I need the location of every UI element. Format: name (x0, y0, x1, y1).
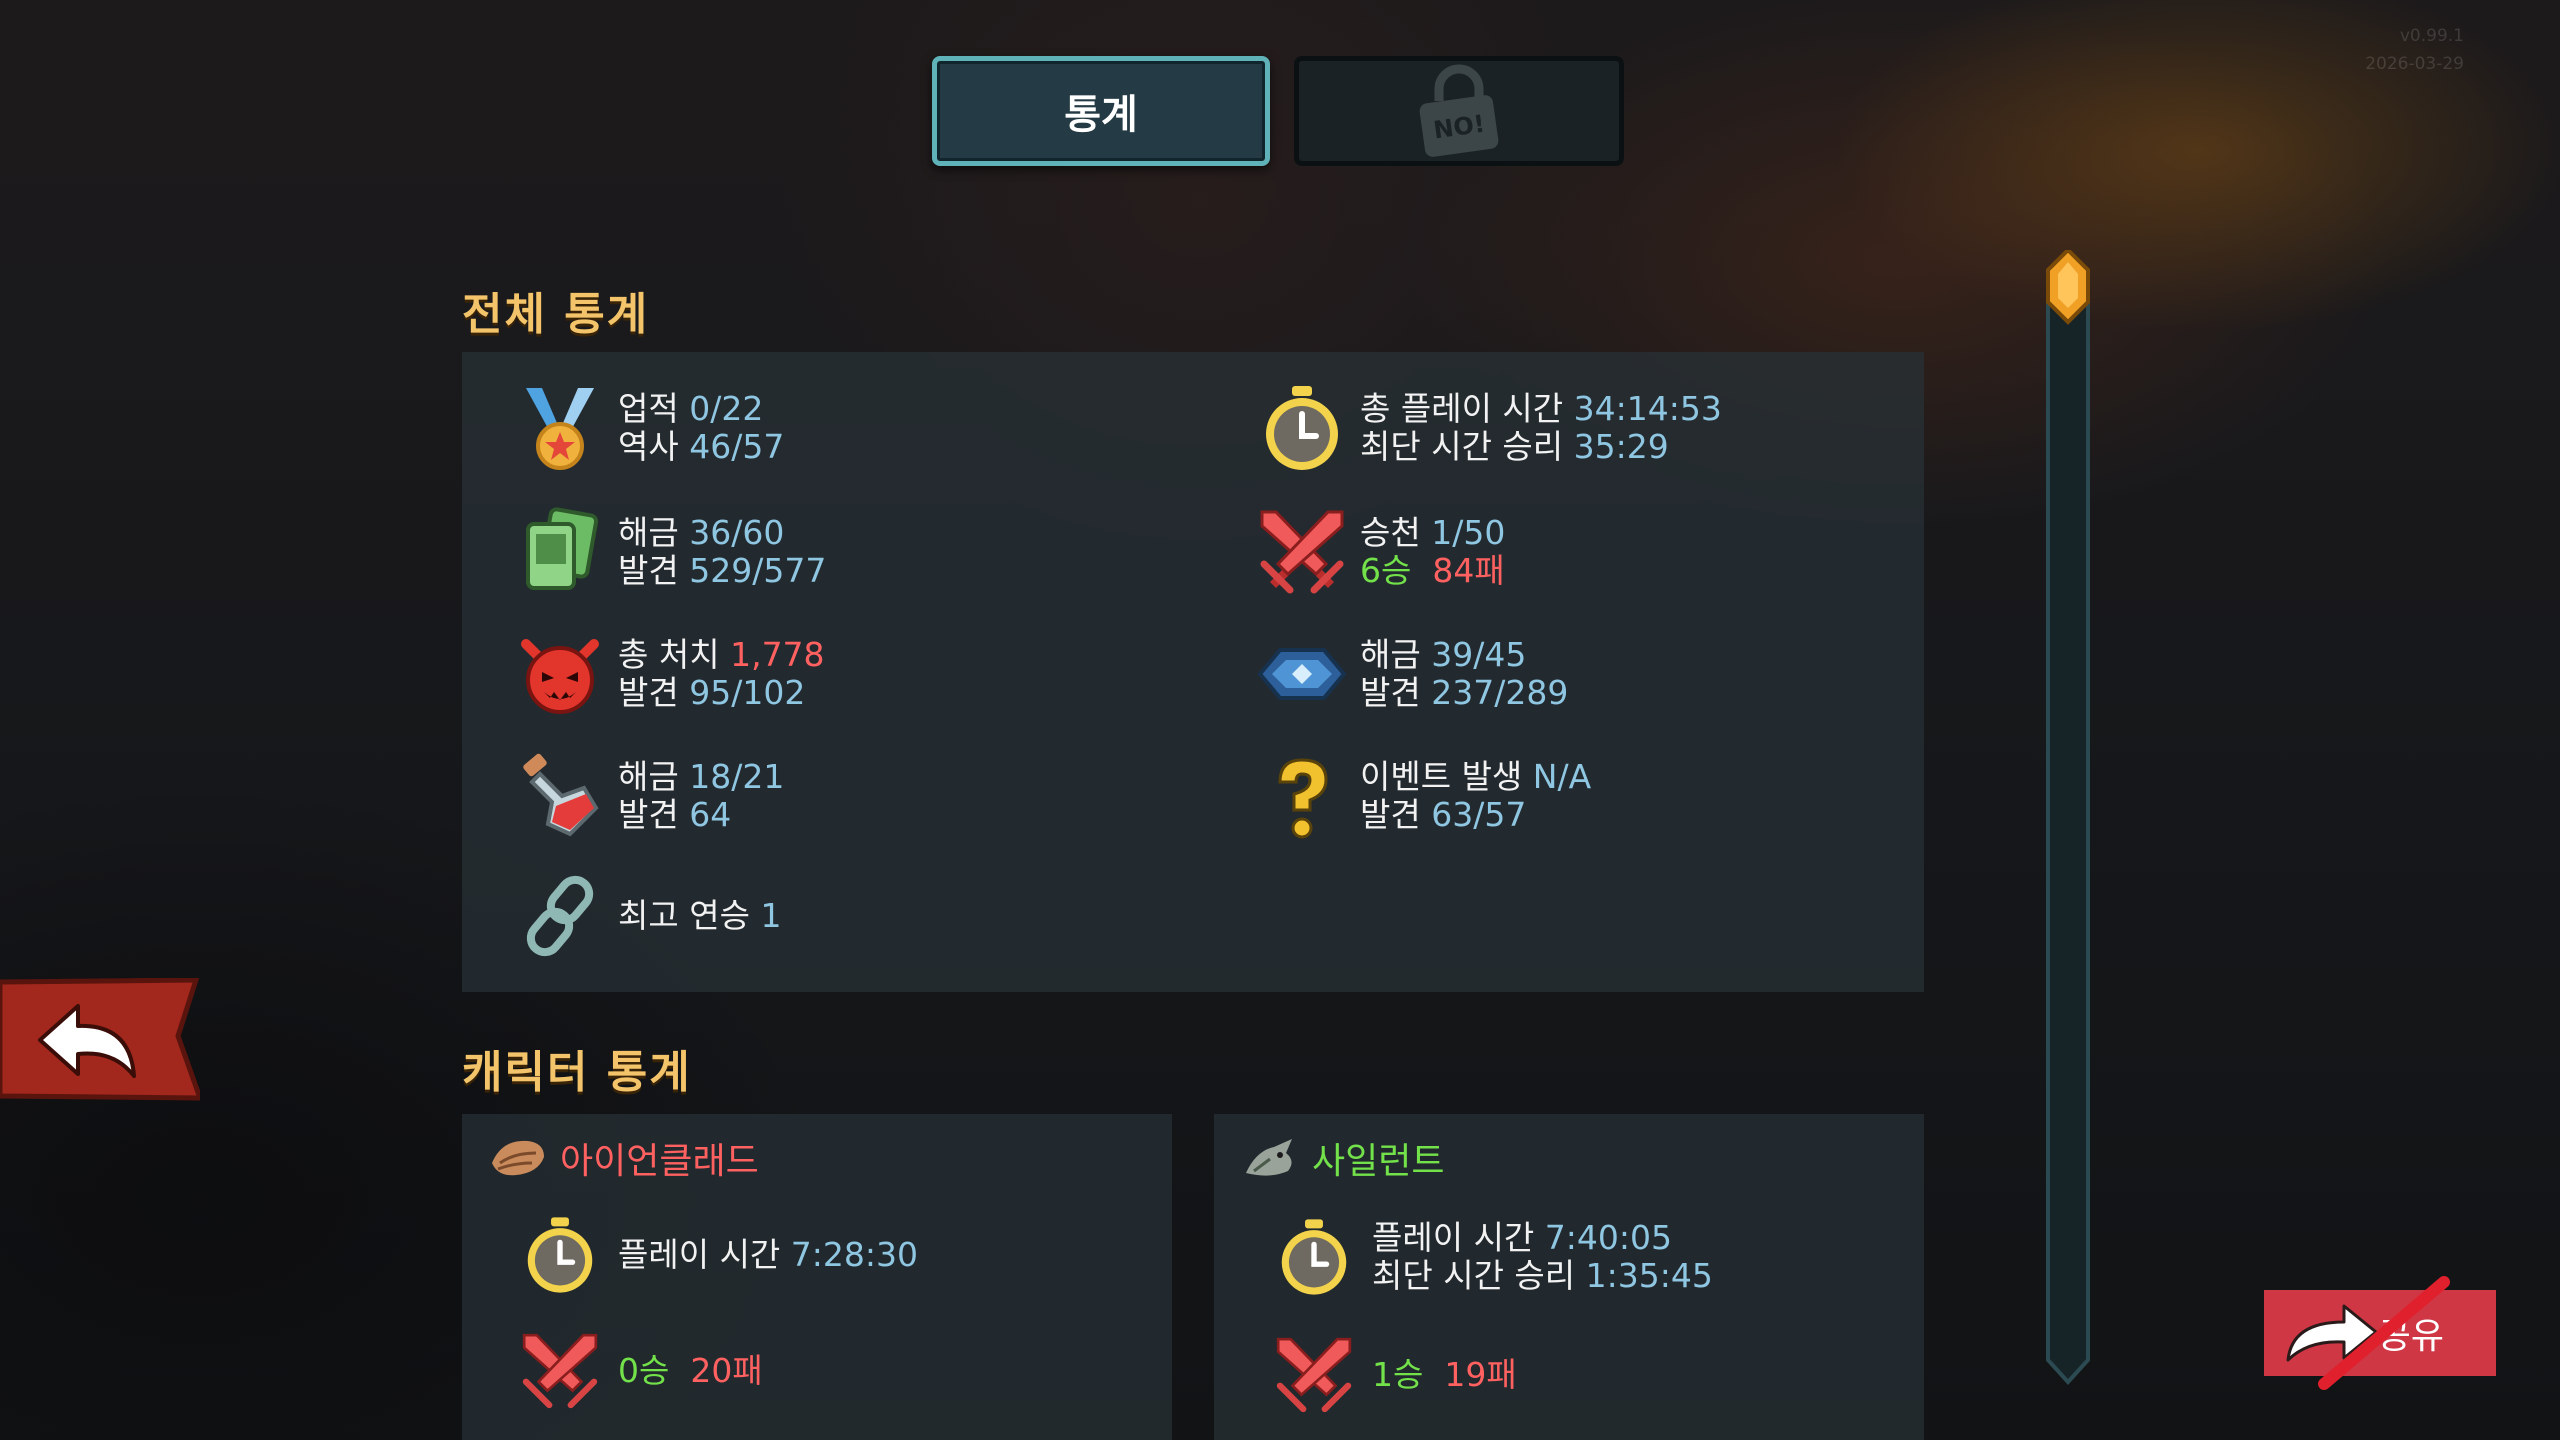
potions-discovered-label: 발견 (618, 795, 679, 834)
playtime-stat: 총 플레이 시간 34:14:53 최단 시간 승리 35:29 (1254, 380, 1722, 476)
ironclad-name: 아이언클래드 (560, 1141, 759, 1182)
potions-discovered-value: 64 (689, 795, 732, 834)
padlock-icon: NO! (1419, 64, 1499, 157)
kills-stat: 총 처치 1,778 발견 95/102 (512, 626, 825, 722)
silent-losses: 19패 (1444, 1355, 1517, 1394)
ironclad-icon (492, 1140, 544, 1176)
stopwatch-icon (527, 1217, 593, 1293)
monsters-discovered-label: 발견 (618, 673, 679, 712)
overall-losses: 84패 (1432, 551, 1505, 590)
potions-unlocked-label: 해금 (618, 757, 679, 796)
silent-wins: 1승 (1372, 1355, 1424, 1394)
ironclad-playtime-stat: 플레이 시간 7:28:30 (512, 1210, 918, 1300)
overall-wins: 6승 (1360, 551, 1412, 590)
ascension-label: 승천 (1360, 513, 1421, 552)
potion-icon (523, 753, 599, 837)
stopwatch-icon (1266, 386, 1338, 470)
silent-header: 사일런트 (1240, 1132, 1444, 1184)
tab-stats[interactable]: 통계 (932, 56, 1270, 166)
achievements-stat: 업적 0/22 역사 46/57 (512, 380, 784, 476)
relic-icon (1257, 648, 1347, 700)
monsters-discovered-value: 95/102 (689, 673, 806, 712)
ironclad-header: 아이언클래드 (488, 1132, 759, 1184)
scrollbar[interactable] (2040, 250, 2096, 1390)
back-button[interactable] (0, 978, 200, 1102)
ironclad-playtime-value: 7:28:30 (790, 1235, 919, 1274)
total-kills-value: 1,778 (730, 635, 825, 674)
best-streak-value: 1 (760, 896, 782, 935)
silent-playtime-stat: 플레이 시간 7:40:05 최단 시간 승리 1:35:45 (1266, 1212, 1713, 1302)
potions-unlocked-value: 18/21 (689, 757, 785, 796)
crossed-swords-icon (522, 1333, 598, 1409)
version-build: v0.99.1 (2399, 26, 2464, 46)
relics-unlocked-label: 해금 (1360, 635, 1421, 674)
silent-playtime-label: 플레이 시간 (1372, 1218, 1535, 1257)
version-info: v0.99.1 2026-03-29 (2365, 22, 2464, 78)
cards-stat: 해금 36/60 발견 529/577 (512, 504, 826, 600)
events-discovered-value: 63/57 (1431, 795, 1527, 834)
relics-stat: 해금 39/45 발견 237/289 (1254, 626, 1568, 722)
cards-discovered-label: 발견 (618, 551, 679, 590)
ironclad-losses: 20패 (690, 1351, 763, 1390)
cards-discovered-value: 529/577 (689, 551, 827, 590)
demon-icon (521, 639, 599, 714)
ascension-stat: 승천 1/50 6승 84패 (1254, 504, 1505, 600)
stopwatch-icon (1281, 1219, 1347, 1295)
cards-unlocked-label: 해금 (618, 513, 679, 552)
ascension-value: 1/50 (1431, 513, 1506, 552)
ironclad-record-stat: 0승 20패 (512, 1326, 763, 1416)
silent-record-stat: 1승 19패 (1266, 1330, 1517, 1420)
tab-stats-label: 통계 (1064, 92, 1138, 138)
events-seen-label: 이벤트 발생 (1360, 757, 1523, 796)
history-label: 역사 (618, 427, 679, 466)
events-discovered-label: 발견 (1360, 795, 1421, 834)
silent-fastest-value: 1:35:45 (1585, 1256, 1713, 1295)
relics-unlocked-value: 39/45 (1431, 635, 1527, 674)
crossed-swords-icon (1260, 510, 1344, 594)
tab-locked[interactable]: NO! (1294, 56, 1624, 166)
silent-icon (1246, 1139, 1292, 1176)
ironclad-playtime-label: 플레이 시간 (618, 1235, 781, 1274)
crossed-swords-icon (1276, 1337, 1352, 1413)
character-stats-title: 캐릭터 통계 (462, 1047, 692, 1098)
fastest-win-label: 최단 시간 승리 (1360, 427, 1564, 466)
chain-icon (526, 875, 594, 957)
best-streak-label: 최고 연승 (618, 896, 750, 935)
total-playtime-label: 총 플레이 시간 (1360, 389, 1564, 428)
history-value: 46/57 (689, 427, 785, 466)
version-date: 2026-03-29 (2365, 54, 2464, 74)
achievements-label: 업적 (618, 389, 679, 428)
ironclad-wins: 0승 (618, 1351, 670, 1390)
overall-stats-title: 전체 통계 (462, 289, 650, 340)
silent-playtime-value: 7:40:05 (1544, 1218, 1673, 1257)
total-kills-label: 총 처치 (618, 635, 720, 674)
question-icon (1278, 758, 1328, 839)
disabled-slash-icon (2318, 1276, 2450, 1390)
relics-discovered-label: 발견 (1360, 673, 1421, 712)
relics-discovered-value: 237/289 (1431, 673, 1569, 712)
medal-icon (526, 388, 594, 470)
events-stat: 이벤트 발생 N/A 발견 63/57 (1254, 748, 1591, 844)
achievements-value: 0/22 (689, 389, 764, 428)
cards-unlocked-value: 36/60 (689, 513, 785, 552)
events-seen-value: N/A (1532, 757, 1592, 796)
fastest-win-value: 35:29 (1573, 427, 1669, 466)
silent-name: 사일런트 (1312, 1141, 1445, 1182)
best-streak-stat: 최고 연승 1 (512, 868, 781, 964)
silent-fastest-label: 최단 시간 승리 (1372, 1256, 1576, 1295)
total-playtime-value: 34:14:53 (1573, 389, 1722, 428)
potions-stat: 해금 18/21 발견 64 (512, 748, 784, 844)
cards-icon (526, 507, 599, 590)
share-button[interactable]: 공유 (2264, 1276, 2496, 1390)
